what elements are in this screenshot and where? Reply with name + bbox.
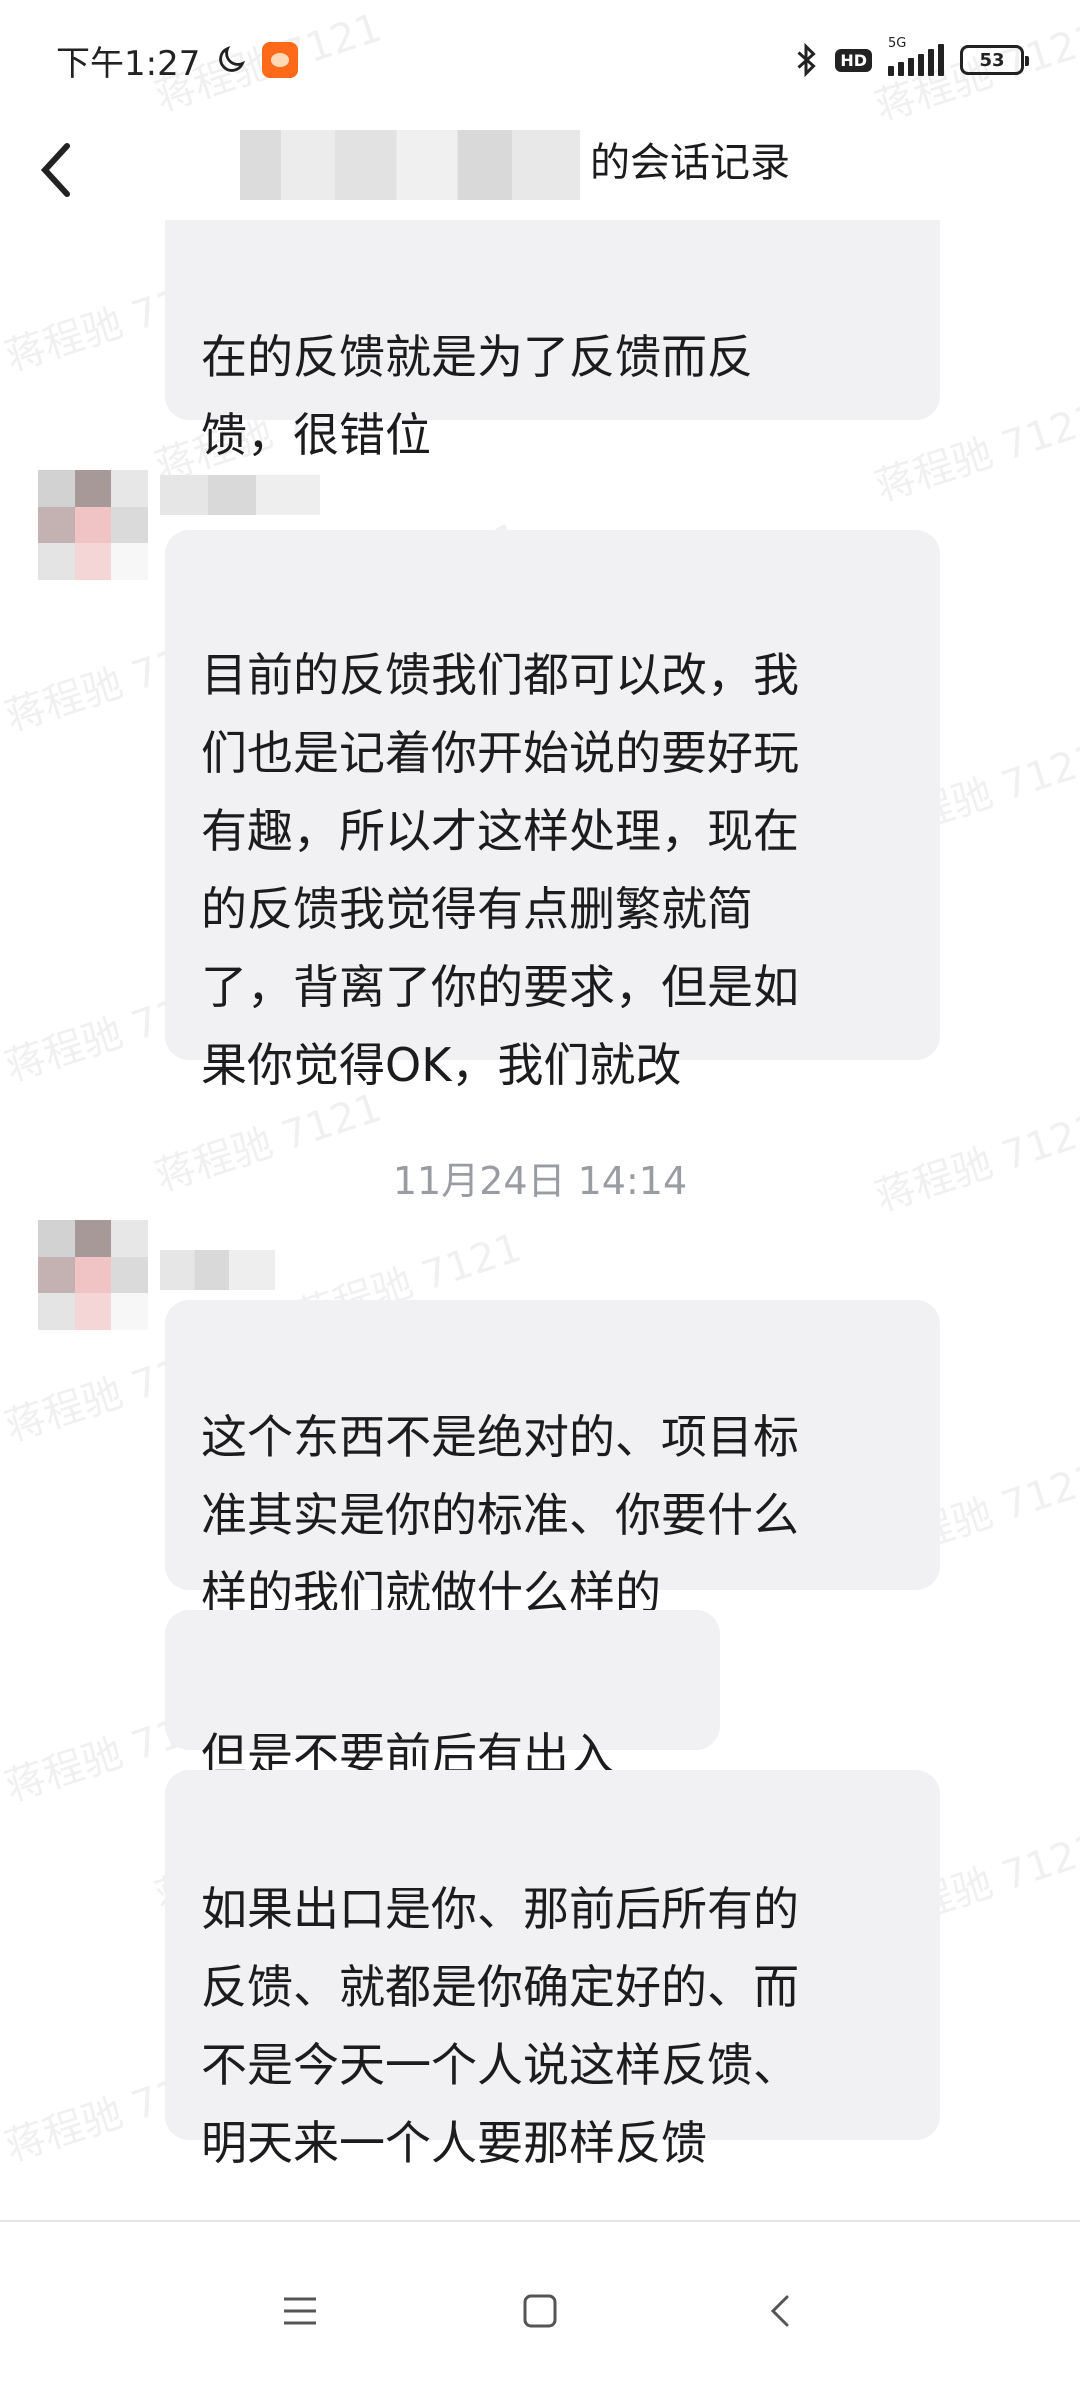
chat-area[interactable]: 在的反馈就是为了反馈而反 馈，很错位 目前的反馈我们都可以改，我 们也是记着你开…	[0, 220, 1080, 2220]
header: 的会话记录	[0, 120, 1080, 220]
redacted-sender-name	[160, 1250, 275, 1290]
bluetooth-icon	[797, 42, 817, 78]
battery-icon: 53	[960, 45, 1029, 75]
home-square-icon	[523, 2294, 557, 2328]
timestamp: 11月24日 14:14	[392, 1159, 688, 1203]
nav-back-button[interactable]	[740, 2271, 820, 2351]
signal-icon: 5G	[888, 36, 944, 76]
message-bubble[interactable]: 这个东西不是绝对的、项目标 准其实是你的标准、你要什么 样的我们就做什么样的	[165, 1300, 940, 1620]
moon-icon	[219, 45, 246, 72]
message-bubble[interactable]: 目前的反馈我们都可以改，我 们也是记着你开始说的要好玩 有趣，所以才这样处理，现…	[165, 530, 940, 1092]
redacted-sender-name	[160, 475, 320, 515]
system-nav-bar	[0, 2220, 1080, 2400]
app-notification-icon	[262, 42, 299, 78]
home-button[interactable]	[500, 2271, 580, 2351]
network-label: 5G	[888, 36, 907, 51]
status-bar: 下午1:27 HD 5G 53	[0, 0, 1080, 120]
menu-button[interactable]	[260, 2271, 340, 2351]
back-button[interactable]	[0, 120, 110, 220]
message-bubble[interactable]: 如果出口是你、那前后所有的 反馈、就都是你确定好的、而 不是今天一个人说这样反馈…	[165, 1770, 940, 2170]
message-bubble[interactable]: 但是不要前后有出入	[165, 1610, 720, 1782]
redacted-contact-name	[240, 130, 580, 200]
hd-badge: HD	[835, 48, 872, 72]
message-text: 如果出口是你、那前后所有的 反馈、就都是你确定好的、而 不是今天一个人说这样反馈…	[201, 1882, 799, 2170]
page-title: 的会话记录	[590, 140, 790, 186]
message-text: 目前的反馈我们都可以改，我 们也是记着你开始说的要好玩 有趣，所以才这样处理，现…	[201, 648, 799, 1092]
nav-back-icon	[770, 2295, 789, 2327]
message-bubble[interactable]: 在的反馈就是为了反馈而反 馈，很错位	[165, 220, 940, 462]
message-text: 在的反馈就是为了反馈而反 馈，很错位	[201, 330, 753, 462]
avatar[interactable]	[38, 1220, 148, 1330]
back-arrow-icon	[40, 143, 70, 197]
status-time: 下午1:27	[56, 43, 201, 84]
menu-icon	[284, 2297, 316, 2325]
message-text: 这个东西不是绝对的、项目标 准其实是你的标准、你要什么 样的我们就做什么样的	[201, 1410, 799, 1620]
battery-level: 53	[979, 49, 1005, 71]
avatar[interactable]	[38, 470, 148, 580]
